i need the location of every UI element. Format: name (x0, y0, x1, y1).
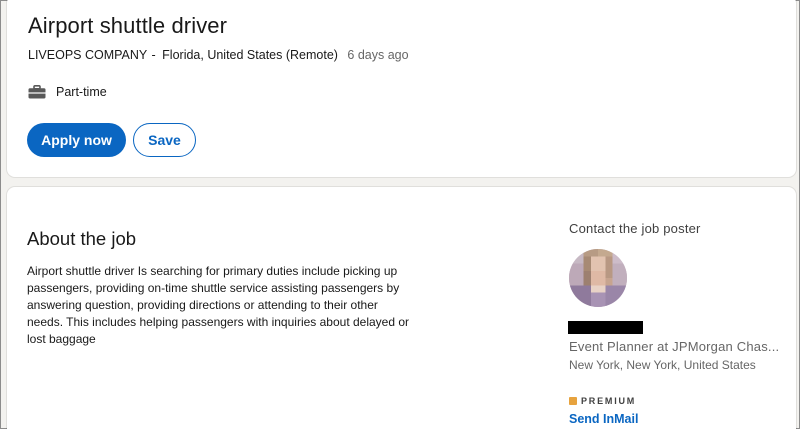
contact-heading: Contact the job poster (569, 221, 701, 236)
job-subtitle: LIVEOPS COMPANY - Florida, United States… (28, 48, 409, 62)
poster-location: New York, New York, United States (569, 358, 756, 372)
save-button[interactable]: Save (133, 123, 196, 157)
separator: - (151, 48, 156, 62)
job-type-label: Part-time (56, 85, 107, 99)
job-details-card: About the job Airport shuttle driver Is … (7, 187, 796, 429)
poster-name-redacted (568, 321, 643, 334)
job-location: Florida, United States (Remote) (162, 48, 338, 62)
premium-icon (569, 397, 577, 405)
poster-headline: Event Planner at JPMorgan Chas... (569, 339, 780, 354)
posted-time: 6 days ago (347, 48, 409, 62)
avatar[interactable] (569, 249, 627, 307)
job-description: Airport shuttle driver Is searching for … (27, 264, 410, 346)
premium-label: PREMIUM (581, 396, 637, 406)
job-header-card: Airport shuttle driver LIVEOPS COMPANY -… (7, 0, 796, 177)
company-name[interactable]: LIVEOPS COMPANY (28, 48, 147, 62)
premium-badge: PREMIUM (569, 396, 636, 406)
job-title: Airport shuttle driver (28, 13, 228, 38)
apply-now-button[interactable]: Apply now (27, 123, 126, 157)
send-inmail-link[interactable]: Send InMail (569, 412, 638, 426)
job-type-row: Part-time (28, 85, 107, 99)
briefcase-icon (28, 85, 46, 99)
about-heading: About the job (27, 228, 137, 249)
